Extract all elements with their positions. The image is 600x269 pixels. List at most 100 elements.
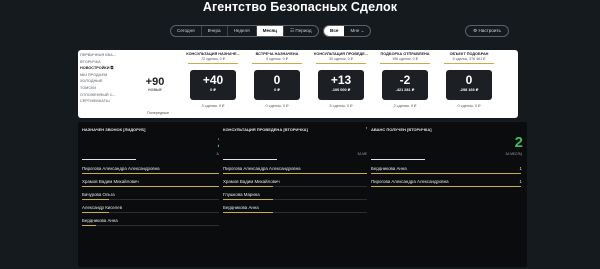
row-bar <box>371 186 521 188</box>
leaderboard-row[interactable]: Храмов Вадим Михайлович11 <box>82 179 234 191</box>
settings-button[interactable]: ⚙ Настроить <box>465 25 509 37</box>
panel-divider <box>223 159 277 160</box>
leaderboard-row[interactable]: Бачурова Ольга2 <box>82 192 234 204</box>
stage-name: КОНСУЛЬТАЦИЯ НАЗНАЧЕ... <box>186 52 240 56</box>
leaderboard-row[interactable]: Глушкова Марина1 <box>223 192 375 204</box>
stage-summary: 196 сделок, 0 ₽ <box>392 57 418 61</box>
funnel-stage: ВСТРЕЧА НАЗНАЧЕНА 0 сделок, 0 ₽0 0 ₽0 сдел… <box>246 52 308 108</box>
funnel-stage: ОБЪЕКТ ПОДОБРАН 5 сделок, 376 461 ₽ 0 -298 … <box>438 52 500 108</box>
scope-tab[interactable]: Мне ⌄ <box>344 26 370 36</box>
total-footer: Попередные <box>146 111 170 115</box>
pipeline-item[interactable]: ВТОРИЧКА <box>80 59 138 66</box>
panel-title: НАЗНАЧЕН ЗВОНОК [ЛИДОРУБ] <box>82 127 146 132</box>
stage-money: 0 ₽ <box>274 88 280 93</box>
panel-divider <box>371 159 425 160</box>
row-name: Бердникова Анна <box>82 218 118 223</box>
stage-summary: 72 сделки, 0 ₽ <box>201 57 225 61</box>
stage-bar <box>444 63 494 65</box>
row-name: Храмов Вадим Михайлович <box>82 179 139 184</box>
stage-money: -100 000 ₽ <box>331 88 351 93</box>
row-name: Александр Киселев <box>82 205 123 210</box>
total-new-label: НОВЫЕ <box>148 88 162 92</box>
pipeline-item[interactable]: ТОМСКИ <box>80 85 138 92</box>
leaderboard-row[interactable]: Пирогова Александра Александровна 1 <box>371 179 523 191</box>
row-name: Пирогова Александра Александровна <box>371 179 449 184</box>
leaderboard-row[interactable]: Пирогова Александра Александровна3 <box>223 166 375 178</box>
stage-delta: 0 <box>273 73 281 88</box>
stage-name: КОНСУЛЬТАЦИЯ ПРОВЕДЕ... <box>314 52 368 56</box>
funnel-stage: КОНСУЛЬТАЦИЯ НАЗНАЧЕ... 72 сделки, 0 ₽ +40… <box>182 52 244 108</box>
panel-divider <box>82 159 136 160</box>
stage-money: -298 169 ₽ <box>459 88 479 93</box>
stage-footer: 2 сделки, 0 ₽ <box>393 104 417 109</box>
stage-delta-box[interactable]: 0 -298 169 ₽ <box>446 70 492 101</box>
total-new-value: +90 <box>145 76 165 88</box>
stage-footer: 0 сделок, 0 ₽ <box>265 104 289 109</box>
pipeline-item[interactable]: ОТЛОЖЕННЫЙ С... <box>80 92 138 99</box>
stage-bar <box>380 63 430 65</box>
period-tabs: Сегодня Вчера Неделя Месяц ☷ Период <box>170 25 319 37</box>
funnel-stage: КОНСУЛЬТАЦИЯ ПРОВЕДЕ... 30 сделок, 0 ₽ +13… <box>310 52 372 108</box>
stage-delta-box[interactable]: +13 -100 000 ₽ <box>318 70 364 101</box>
leaderboard-panel: АВАНС ПОЛУЧЕН [ВТОРИЧКА] 2 ЗА МЕСЯЦ Бердник… <box>367 122 527 267</box>
row-bar <box>223 186 273 188</box>
period-tab[interactable]: Месяц <box>256 26 285 36</box>
row-bar <box>82 199 109 201</box>
period-tab[interactable]: ☷ Период <box>284 26 318 36</box>
row-track <box>82 225 232 226</box>
stage-bar <box>188 63 238 65</box>
row-name: Бердникова Анна <box>371 166 407 171</box>
stage-delta: +40 <box>202 73 224 88</box>
stage-money: -421 281 ₽ <box>395 88 415 93</box>
pipeline-item[interactable]: НОВОСТРОЙКИ ⧉ <box>80 65 138 72</box>
row-name: Пирогова Александра Александровна <box>223 166 301 171</box>
row-value: 1 <box>519 179 522 184</box>
row-bar <box>82 186 232 188</box>
stage-delta: 0 <box>465 73 473 88</box>
stage-summary: 0 сделок, 0 ₽ <box>266 57 288 61</box>
row-bar <box>82 212 109 214</box>
row-name: Храмов Вадим Михайлович <box>223 179 280 184</box>
pipeline-item[interactable]: ПЕРВИЧНАЯ КВА... <box>80 52 138 59</box>
stage-footer: 0 сделок, 0 ₽ <box>457 104 481 109</box>
leaderboard-row[interactable]: Бердникова Анна1 <box>371 166 523 178</box>
leaderboard-row[interactable]: Бердникова Анна1 <box>223 205 375 217</box>
pipeline-item[interactable]: СЕРТИФИКАТЫ <box>80 98 138 105</box>
pipeline-item[interactable]: МЫ ПРОДАЕМ <box>80 72 138 79</box>
stage-delta-box[interactable]: 00 ₽ <box>254 70 300 101</box>
leaderboard-row[interactable]: Храмов Вадим Михайлович1 <box>223 179 375 191</box>
leaderboard-row[interactable]: Александр Киселев2 <box>82 205 234 217</box>
panel-title: КОНСУЛЬТАЦИЯ ПРОВЕДЕНА [ВТОРИЧКА] <box>223 127 308 132</box>
scope-tab[interactable]: Все <box>324 26 345 36</box>
stage-delta: +13 <box>330 73 352 88</box>
panel-title: АВАНС ПОЛУЧЕН [ВТОРИЧКА] <box>371 127 432 132</box>
row-name: Бердникова Анна <box>223 205 259 210</box>
stage-name: ВСТРЕЧА НАЗНАЧЕНА <box>255 52 299 56</box>
row-bar <box>82 225 96 227</box>
panel-total-label: ЗА МЕСЯЦ <box>505 152 522 156</box>
panel-total: 2 <box>514 134 523 151</box>
row-bar <box>371 173 521 175</box>
stage-bar <box>316 63 366 65</box>
leaderboard-row[interactable]: Пирогова Александра Александровна11 <box>82 166 234 178</box>
stage-name: ПОДБОРКА ОТПРАВЛЕНА <box>380 52 430 56</box>
stage-delta-box[interactable]: +40 0 ₽ <box>190 70 236 101</box>
period-tab[interactable]: Сегодня <box>171 26 202 36</box>
stage-summary: 5 сделок, 376 461 ₽ <box>452 57 486 61</box>
row-bar <box>223 199 273 201</box>
row-name: Пирогова Александра Александровна <box>82 166 160 171</box>
period-tab[interactable]: Вчера <box>202 26 228 36</box>
stage-summary: 30 сделок, 0 ₽ <box>329 57 353 61</box>
stage-name: ОБЪЕКТ ПОДОБРАН <box>449 52 489 56</box>
stage-delta-box[interactable]: -2 -421 281 ₽ <box>382 70 428 101</box>
pipeline-item[interactable]: ХОЛОДНЫЕ <box>80 78 138 85</box>
leaderboard-row[interactable]: Бердникова Анна1 <box>82 218 234 230</box>
period-tab[interactable]: Неделя <box>228 26 257 36</box>
stage-money: 0 ₽ <box>210 88 216 93</box>
row-bar <box>223 212 273 214</box>
pipeline-list: ПЕРВИЧНАЯ КВА... ВТОРИЧКА НОВОСТРОЙКИ ⧉ МЫ … <box>80 52 138 105</box>
stage-footer: 5 сделок, 0 ₽ <box>329 104 353 109</box>
leaderboard-panel: КОНСУЛЬТАЦИЯ ПРОВЕДЕНА [ВТОРИЧКА]⚙7ЗА МЕ… <box>219 122 379 267</box>
row-name: Бачурова Ольга <box>82 192 115 197</box>
leaderboard-panel: НАЗНАЧЕН ЗВОНОК [ЛИДОРУБ]28ЗА МЕСЯЦПирог… <box>78 122 238 267</box>
